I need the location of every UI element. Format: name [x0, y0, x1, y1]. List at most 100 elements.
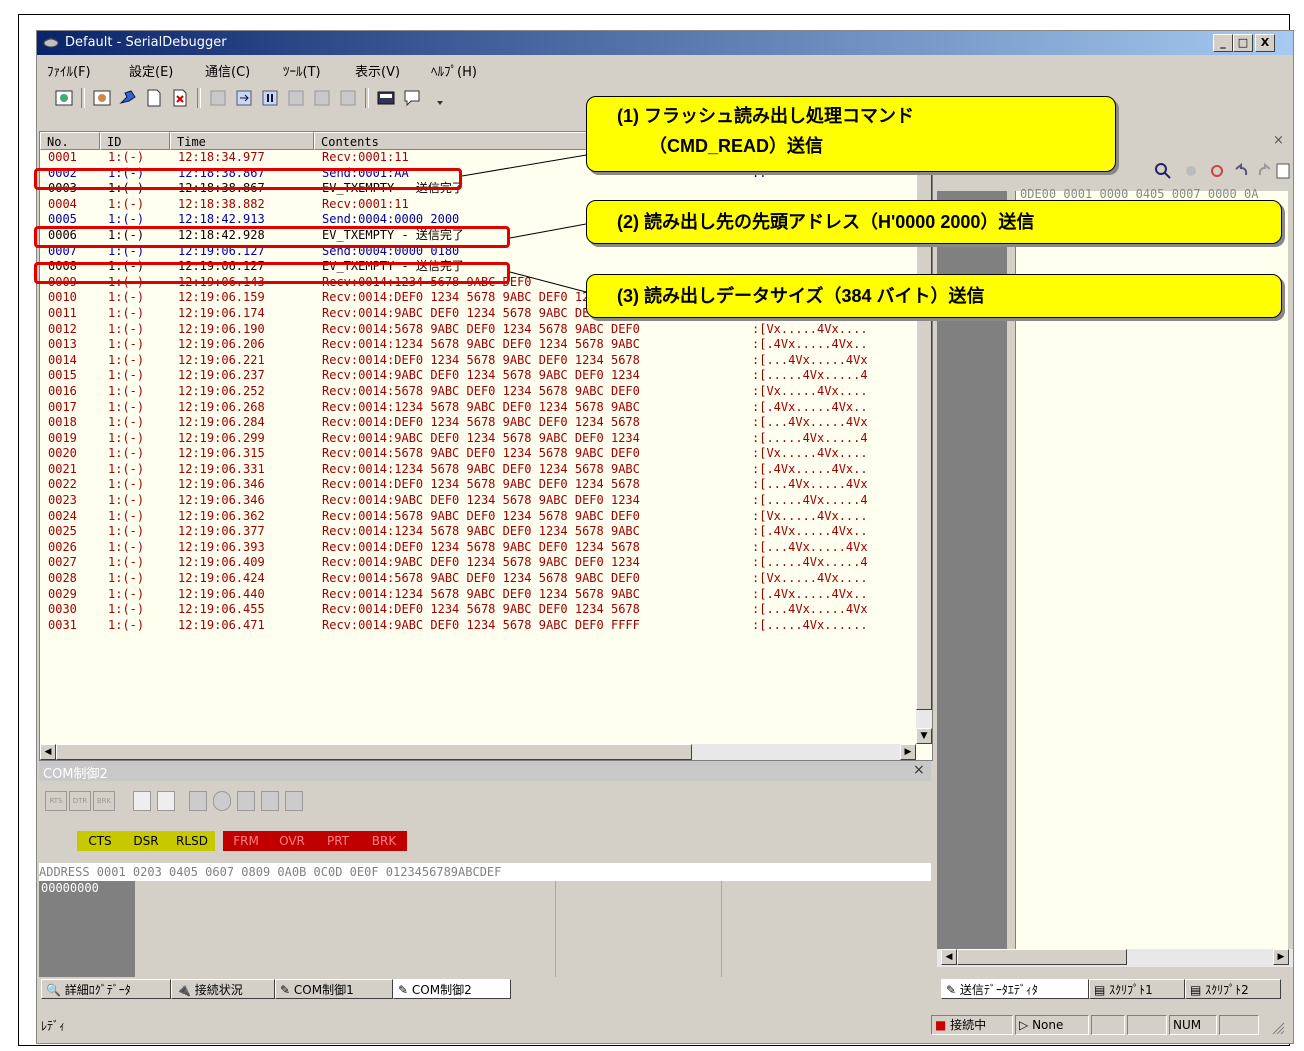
pane-close-icon[interactable]: × — [1273, 133, 1284, 148]
new-icon[interactable] — [133, 791, 151, 811]
menu-comm[interactable]: 通信(C) — [205, 61, 250, 80]
copy-icon[interactable] — [261, 791, 279, 811]
redo-icon[interactable] — [1255, 161, 1275, 181]
table-row[interactable]: 0028 1:(-) 12:19:06.424 Recv:0014:5678 9ABC… — [40, 571, 916, 587]
signal-ovr: OVR — [269, 831, 315, 851]
rts-button[interactable]: RTS — [45, 791, 67, 811]
disabled-tool-icon[interactable] — [337, 87, 359, 109]
horizontal-scrollbar[interactable]: ◀ ▶ — [40, 744, 916, 760]
table-row[interactable]: 0015 1:(-) 12:19:06.237 Recv:0014:9ABC DEF0… — [40, 368, 916, 384]
refresh-icon[interactable] — [1207, 161, 1227, 181]
open-icon[interactable] — [53, 87, 75, 109]
tab-script-2[interactable]: ▤ ｽｸﾘﾌﾟﾄ2 — [1185, 979, 1281, 999]
table-row[interactable]: 0017 1:(-) 12:19:06.268 Recv:0014:1234 5678… — [40, 400, 916, 416]
toolbar-overflow-icon[interactable] — [429, 87, 451, 109]
row-number: 0019 — [48, 430, 77, 445]
hex-dump-area[interactable]: 00000000 — [39, 881, 931, 977]
table-row[interactable]: 0025 1:(-) 12:19:06.377 Recv:0014:1234 5678… — [40, 524, 916, 540]
step-icon[interactable] — [233, 87, 255, 109]
menu-bar: ﾌｧｲﾙ(F) 設定(E) 通信(C) ﾂｰﾙ(T) 表示(V) ﾍﾙﾌﾟ(H) — [37, 57, 1293, 80]
search-icon[interactable] — [1153, 161, 1173, 181]
list-icon[interactable] — [237, 791, 255, 811]
script-icon: ▤ — [1190, 983, 1202, 997]
disabled-tool-icon[interactable] — [207, 87, 229, 109]
tab-send-data-editor[interactable]: ✎ 送信ﾃﾞｰﾀｴﾃﾞｨﾀ — [941, 979, 1089, 999]
table-row[interactable]: 0021 1:(-) 12:19:06.331 Recv:0014:1234 5678… — [40, 462, 916, 478]
save-icon[interactable] — [189, 791, 207, 811]
row-ascii: :[.....4Vx.....4 — [752, 493, 868, 508]
hex-address-header: ADDRESS 0001 0203 0405 0607 0809 0A0B 0C… — [39, 863, 931, 881]
column-header-time[interactable]: Time — [170, 132, 314, 150]
dtr-button[interactable]: DTR — [69, 791, 91, 811]
search-icon[interactable] — [213, 791, 231, 811]
menu-view[interactable]: 表示(V) — [355, 61, 400, 80]
connect-icon[interactable] — [91, 87, 113, 109]
editor-scroll-right-button[interactable]: ▶ — [1273, 949, 1289, 965]
disabled-tool-icon[interactable] — [311, 87, 333, 109]
disabled-tool-icon[interactable] — [285, 87, 307, 109]
minimize-button[interactable]: _ — [1213, 34, 1233, 52]
tab-connection-status[interactable]: 🔌 接続状況 — [171, 979, 275, 999]
table-row[interactable]: 0031 1:(-) 12:19:06.471 Recv:0014:9ABC DEF0… — [40, 618, 916, 634]
status-ready: ﾚﾃﾞｨ — [41, 1019, 66, 1033]
scroll-down-button[interactable]: ▼ — [916, 728, 932, 744]
brk-button[interactable]: BRK — [93, 791, 115, 811]
menu-settings[interactable]: 設定(E) — [129, 61, 173, 80]
send-data-editor-pane: × 0DE00 0001 0000 0405 0007 0000 0A ◀ ▶ — [937, 131, 1293, 971]
menu-tools[interactable]: ﾂｰﾙ(T) — [283, 61, 321, 80]
terminal-icon[interactable] — [375, 87, 397, 109]
column-header-id[interactable]: ID — [100, 132, 170, 150]
pause-icon[interactable] — [259, 87, 281, 109]
hscroll-thumb[interactable] — [56, 744, 692, 760]
open-file-icon[interactable] — [157, 791, 175, 811]
row-time: 12:19:06.315 — [178, 446, 265, 461]
undo-icon[interactable] — [1231, 161, 1251, 181]
tab-detail-log[interactable]: 🔍 詳細ﾛｸﾞﾃﾞｰﾀ — [41, 979, 171, 999]
message-icon[interactable] — [401, 87, 423, 109]
row-ascii: :[.4Vx.....4Vx.. — [752, 337, 868, 352]
table-row[interactable]: 0019 1:(-) 12:19:06.299 Recv:0014:9ABC DEF0… — [40, 431, 916, 447]
tab-com-control-1[interactable]: ✎ COM制御1 — [275, 979, 393, 999]
table-row[interactable]: 0023 1:(-) 12:19:06.346 Recv:0014:9ABC DEF0… — [40, 493, 916, 509]
list-icon[interactable] — [1275, 161, 1291, 181]
table-row[interactable]: 0027 1:(-) 12:19:06.409 Recv:0014:9ABC DEF0… — [40, 555, 916, 571]
scroll-right-button[interactable]: ▶ — [900, 744, 916, 760]
maximize-button[interactable]: □ — [1233, 34, 1253, 52]
editor-hscrollbar[interactable]: ◀ ▶ — [937, 949, 1293, 967]
column-header-no[interactable]: No. — [40, 132, 100, 150]
row-contents: Recv:0014:9ABC DEF0 1234 5678 9ABC DEF0 … — [322, 493, 640, 508]
settings-icon[interactable] — [285, 791, 303, 811]
status-mode-label: None — [1032, 1018, 1064, 1032]
com-pane-close-icon[interactable]: × — [913, 762, 925, 778]
tab-com-control-2[interactable]: ✎ COM制御2 — [393, 979, 511, 999]
row-id: 1:(-) — [108, 571, 145, 586]
table-row[interactable]: 0030 1:(-) 12:19:06.455 Recv:0014:DEF0 1234… — [40, 602, 916, 618]
row-ascii: :[.....4Vx...... — [752, 617, 868, 632]
table-row[interactable]: 0029 1:(-) 12:19:06.440 Recv:0014:1234 5678… — [40, 587, 916, 603]
close-button[interactable]: X — [1255, 34, 1275, 52]
menu-file[interactable]: ﾌｧｲﾙ(F) — [47, 61, 91, 80]
editor-scroll-left-button[interactable]: ◀ — [941, 949, 957, 965]
table-row[interactable]: 0014 1:(-) 12:19:06.221 Recv:0014:DEF0 1234… — [40, 353, 916, 369]
table-row[interactable]: 0020 1:(-) 12:19:06.315 Recv:0014:5678 9ABC… — [40, 446, 916, 462]
resize-grip-icon[interactable] — [1269, 1019, 1285, 1035]
row-id: 1:(-) — [108, 415, 145, 430]
table-row[interactable]: 0013 1:(-) 12:19:06.206 Recv:0014:1234 5678… — [40, 337, 916, 353]
table-row[interactable]: 0012 1:(-) 12:19:06.190 Recv:0014:5678 9ABC… — [40, 322, 916, 338]
row-time: 12:19:06.284 — [178, 415, 265, 430]
editor-hscroll-thumb[interactable] — [957, 949, 1127, 965]
disconnect-icon[interactable] — [117, 87, 139, 109]
scroll-left-button[interactable]: ◀ — [40, 744, 56, 760]
log-tab-icon: 🔍 — [46, 983, 61, 997]
table-row[interactable]: 0018 1:(-) 12:19:06.284 Recv:0014:DEF0 1234… — [40, 415, 916, 431]
clear-icon[interactable] — [169, 87, 191, 109]
table-row[interactable]: 0022 1:(-) 12:19:06.346 Recv:0014:DEF0 1234… — [40, 477, 916, 493]
table-row[interactable]: 0024 1:(-) 12:19:06.362 Recv:0014:5678 9ABC… — [40, 509, 916, 525]
table-row[interactable]: 0026 1:(-) 12:19:06.393 Recv:0014:DEF0 1234… — [40, 540, 916, 556]
record-icon[interactable] — [1181, 161, 1201, 181]
new-document-icon[interactable] — [143, 87, 165, 109]
table-row[interactable]: 0016 1:(-) 12:19:06.252 Recv:0014:5678 9ABC… — [40, 384, 916, 400]
tab-script-1[interactable]: ▤ ｽｸﾘﾌﾟﾄ1 — [1089, 979, 1185, 999]
menu-help[interactable]: ﾍﾙﾌﾟ(H) — [431, 61, 477, 80]
row-ascii: :[...4Vx.....4Vx — [752, 352, 868, 367]
